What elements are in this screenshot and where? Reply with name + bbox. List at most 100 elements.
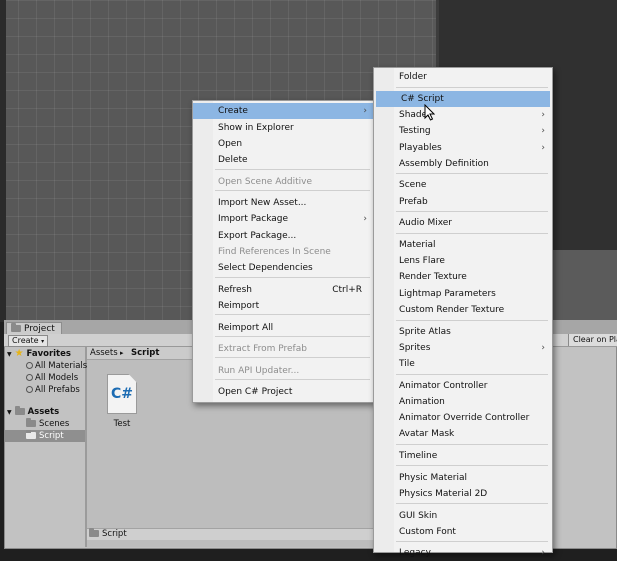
submenu-item-animator-override-controller[interactable]: Animator Override Controller bbox=[374, 410, 552, 426]
menu-separator bbox=[215, 336, 370, 337]
menu-item-refresh[interactable]: Refresh Ctrl+R bbox=[193, 282, 374, 298]
favorite-item-label: All Prefabs bbox=[35, 385, 80, 395]
menu-item-show-in-explorer[interactable]: Show in Explorer bbox=[193, 120, 374, 136]
tree-favorite-item[interactable]: All Materials bbox=[26, 360, 87, 372]
menu-item-label: Refresh bbox=[218, 285, 252, 295]
submenu-item-shader[interactable]: Shader › bbox=[374, 107, 552, 123]
submenu-item-testing[interactable]: Testing › bbox=[374, 123, 552, 139]
menu-separator bbox=[396, 374, 548, 375]
breadcrumb-separator: ▸ bbox=[120, 349, 124, 357]
asset-name[interactable]: Test bbox=[100, 419, 144, 429]
submenu-item-avatar-mask[interactable]: Avatar Mask bbox=[374, 426, 552, 442]
submenu-item-render-texture[interactable]: Render Texture bbox=[374, 269, 552, 285]
tree-folder-scenes[interactable]: Scenes bbox=[26, 418, 69, 430]
breadcrumb-item[interactable]: Script bbox=[131, 348, 159, 359]
menu-item-open[interactable]: Open bbox=[193, 136, 374, 152]
tree-favorites[interactable]: ▼ ★ Favorites bbox=[7, 348, 71, 360]
submenu-item-lens-flare[interactable]: Lens Flare bbox=[374, 253, 552, 269]
menu-item-label: Custom Render Texture bbox=[399, 305, 505, 315]
assets-label: Assets bbox=[27, 407, 60, 417]
footer-path: Script bbox=[89, 528, 127, 540]
submenu-item-custom-render-texture[interactable]: Custom Render Texture bbox=[374, 302, 552, 318]
menu-separator bbox=[215, 277, 370, 278]
menu-item-label: Create bbox=[218, 106, 248, 116]
menu-separator bbox=[215, 169, 370, 170]
menu-separator bbox=[215, 379, 370, 380]
submenu-item-tile[interactable]: Tile bbox=[374, 356, 552, 372]
submenu-item-c-script[interactable]: C# Script bbox=[376, 91, 550, 107]
submenu-item-folder[interactable]: Folder bbox=[374, 69, 552, 85]
menu-item-label: Timeline bbox=[399, 451, 438, 461]
submenu-item-legacy[interactable]: Legacy › bbox=[374, 545, 552, 561]
breadcrumb-item[interactable]: Assets bbox=[90, 348, 118, 359]
footer-path-label: Script bbox=[102, 529, 127, 539]
chevron-right-icon: › bbox=[541, 110, 545, 120]
submenu-item-sprites[interactable]: Sprites › bbox=[374, 340, 552, 356]
tree-assets[interactable]: ▼ Assets bbox=[7, 406, 59, 418]
menu-item-label: GUI Skin bbox=[399, 511, 438, 521]
submenu-item-gui-skin[interactable]: GUI Skin bbox=[374, 508, 552, 524]
menu-shortcut: Ctrl+R bbox=[332, 285, 362, 295]
submenu-item-physics-material-2d[interactable]: Physics Material 2D bbox=[374, 486, 552, 502]
menu-item-label: Reimport All bbox=[218, 323, 274, 333]
submenu-item-playables[interactable]: Playables › bbox=[374, 140, 552, 156]
context-menu: Create › Show in Explorer Open Delete Open Sc… bbox=[192, 100, 375, 403]
menu-item-select-dependencies[interactable]: Select Dependencies bbox=[193, 260, 374, 276]
chevron-right-icon: › bbox=[541, 343, 545, 353]
chevron-down-icon: ▾ bbox=[41, 338, 45, 345]
tree-folder-script[interactable]: Script bbox=[5, 430, 85, 442]
menu-item-reimport[interactable]: Reimport bbox=[193, 298, 374, 314]
menu-separator bbox=[396, 211, 548, 212]
menu-item-delete[interactable]: Delete bbox=[193, 152, 374, 168]
menu-item-import-new-asset[interactable]: Import New Asset... bbox=[193, 195, 374, 211]
submenu-item-animator-controller[interactable]: Animator Controller bbox=[374, 378, 552, 394]
create-submenu: Folder C# Script Shader › Testing › Playables ›… bbox=[373, 67, 553, 558]
menu-item-label: Physic Material bbox=[399, 473, 468, 483]
menu-item-label: Run API Updater... bbox=[218, 366, 300, 376]
submenu-item-animation[interactable]: Animation bbox=[374, 394, 552, 410]
menu-separator bbox=[396, 465, 548, 466]
menu-item-reimport-all[interactable]: Reimport All bbox=[193, 320, 374, 336]
menu-item-create[interactable]: Create › bbox=[193, 103, 374, 119]
menu-item-label: Audio Mixer bbox=[399, 218, 452, 228]
menu-item-import-package[interactable]: Import Package › bbox=[193, 211, 374, 227]
menu-separator bbox=[396, 87, 548, 88]
menu-item-label: Material bbox=[399, 240, 436, 250]
submenu-item-material[interactable]: Material bbox=[374, 237, 552, 253]
search-icon bbox=[26, 362, 33, 369]
favorite-item-label: All Models bbox=[35, 373, 79, 383]
submenu-item-prefab[interactable]: Prefab bbox=[374, 194, 552, 210]
submenu-item-audio-mixer[interactable]: Audio Mixer bbox=[374, 215, 552, 231]
search-icon bbox=[26, 374, 33, 381]
menu-item-label: Sprite Atlas bbox=[399, 327, 451, 337]
menu-item-label: Legacy bbox=[399, 548, 431, 558]
folder-icon bbox=[26, 418, 36, 427]
create-label: Create bbox=[12, 336, 39, 345]
mouse-cursor-icon bbox=[424, 104, 435, 121]
tree-favorite-item[interactable]: All Models bbox=[26, 372, 78, 384]
submenu-item-custom-font[interactable]: Custom Font bbox=[374, 524, 552, 540]
tab-project-label: Project bbox=[24, 324, 55, 334]
folder-label: Script bbox=[39, 431, 64, 441]
menu-item-export-package[interactable]: Export Package... bbox=[193, 228, 374, 244]
folder-label: Scenes bbox=[39, 419, 70, 429]
tree-favorite-item[interactable]: All Prefabs bbox=[26, 384, 80, 396]
menu-item-open-c-project[interactable]: Open C# Project bbox=[193, 384, 374, 400]
menu-separator bbox=[396, 444, 548, 445]
submenu-item-assembly-definition[interactable]: Assembly Definition bbox=[374, 156, 552, 172]
submenu-item-lightmap-parameters[interactable]: Lightmap Parameters bbox=[374, 286, 552, 302]
menu-item-label: Open bbox=[218, 139, 243, 149]
folder-icon bbox=[89, 528, 99, 537]
csharp-glyph: C# bbox=[110, 386, 133, 402]
menu-separator bbox=[396, 320, 548, 321]
menu-item-label: Animation bbox=[399, 397, 445, 407]
path-footer bbox=[87, 528, 377, 540]
submenu-item-timeline[interactable]: Timeline bbox=[374, 448, 552, 464]
create-dropdown-button[interactable]: Create ▾ bbox=[8, 335, 49, 347]
submenu-item-sprite-atlas[interactable]: Sprite Atlas bbox=[374, 324, 552, 340]
clear-on-play-button[interactable]: Clear on Play bbox=[568, 334, 617, 346]
submenu-item-scene[interactable]: Scene bbox=[374, 177, 552, 193]
submenu-item-physic-material[interactable]: Physic Material bbox=[374, 470, 552, 486]
folder-icon bbox=[11, 323, 21, 332]
folder-icon bbox=[26, 430, 36, 439]
